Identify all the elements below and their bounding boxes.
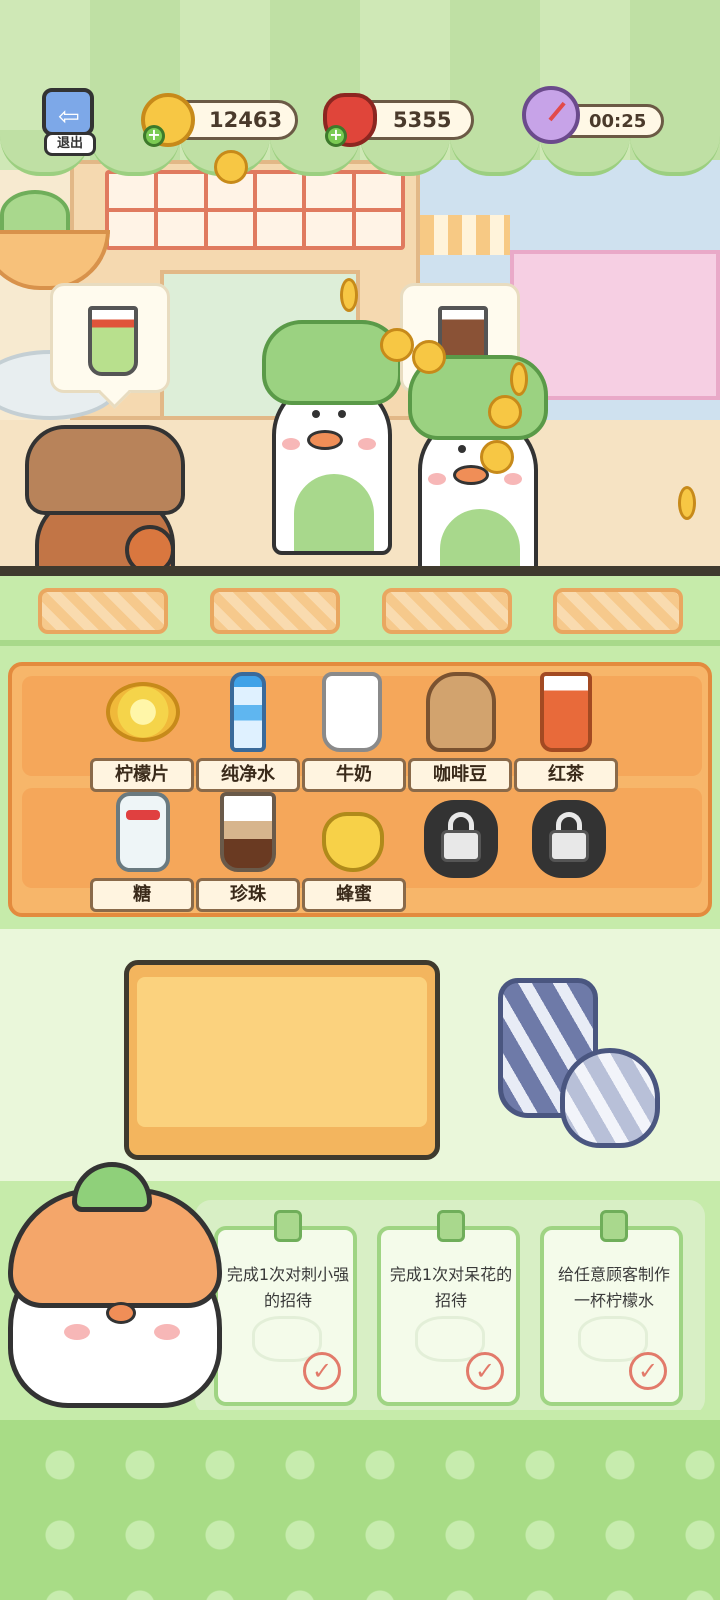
coin-icon [412, 340, 446, 374]
exit-label: 退出 [44, 132, 96, 156]
locked-slot-lock-icon[interactable] [424, 800, 498, 878]
ingredient-label: 咖啡豆 [408, 758, 512, 792]
coin-icon [488, 395, 522, 429]
clip-icon [437, 1210, 465, 1242]
gem-counter: + 5355 [323, 93, 474, 147]
coin-icon [214, 150, 248, 184]
shop-window [105, 170, 405, 250]
add-gem-button[interactable]: + [325, 125, 347, 147]
black-tea-icon [540, 672, 592, 752]
check-icon: ✓ [303, 1352, 341, 1390]
serving-slot-4[interactable] [553, 588, 683, 634]
lemon-tea-cup-icon [88, 306, 138, 376]
order-bubble-lemonade [50, 283, 170, 393]
task-card-3[interactable]: 给任意顾客制作一杯柠檬水 ✓ [540, 1210, 683, 1406]
milk-jug-icon [322, 672, 382, 752]
coin-icon [340, 278, 358, 312]
ingredient-honey[interactable]: 蜂蜜 [302, 792, 406, 912]
bottom-decoration [0, 1420, 720, 1600]
task-card-2[interactable]: 完成1次对呆花的招待 ✓ [377, 1210, 520, 1406]
coin-icon [678, 486, 696, 520]
coin-icon [380, 328, 414, 362]
serving-slot-3[interactable] [382, 588, 512, 634]
gold-counter: + 12463 [141, 93, 298, 147]
coin-icon [510, 362, 528, 396]
ingredient-label: 红茶 [514, 758, 618, 792]
ingredient-lemon-slices[interactable]: 柠檬片 [90, 672, 194, 792]
sugar-jar-icon [116, 792, 170, 872]
ingredient-milk[interactable]: 牛奶 [302, 672, 406, 792]
task-text: 完成1次对刺小强的招待 [226, 1265, 350, 1310]
counter-edge [0, 566, 720, 576]
task-text: 完成1次对呆花的招待 [389, 1265, 513, 1310]
ingredient-label: 牛奶 [302, 758, 406, 792]
serving-slot-2[interactable] [210, 588, 340, 634]
shop-scene [0, 0, 720, 585]
ingredient-sugar[interactable]: 糖 [90, 792, 194, 912]
lemon-slices-icon [106, 682, 180, 742]
coffee-beans-icon [426, 672, 496, 752]
back-arrow-icon: ⇦ [58, 102, 80, 132]
gem-value: 5355 [393, 108, 452, 132]
water-bottle-icon [230, 672, 266, 752]
alarm-clock-icon [522, 86, 580, 144]
timer-value: 00:25 [589, 110, 647, 132]
ingredient-label: 柠檬片 [90, 758, 194, 792]
check-icon: ✓ [629, 1352, 667, 1390]
ingredient-pearls[interactable]: 珍珠 [196, 792, 300, 912]
add-gold-button[interactable]: + [143, 125, 165, 147]
coin-icon [480, 440, 514, 474]
pearls-cup-icon [220, 792, 276, 872]
task-card-1[interactable]: 完成1次对刺小强的招待 ✓ [214, 1210, 357, 1406]
ingredient-label: 纯净水 [196, 758, 300, 792]
customer-raccoon[interactable] [15, 415, 195, 575]
chef-chicken-mascot [2, 1162, 232, 1412]
ingredient-label: 蜂蜜 [302, 878, 406, 912]
customer-broccoli-penguin-1[interactable] [262, 320, 402, 555]
ingredient-water[interactable]: 纯净水 [196, 672, 300, 792]
ingredient-black-tea[interactable]: 红茶 [514, 672, 618, 792]
ingredient-label: 糖 [90, 878, 194, 912]
clip-icon [274, 1210, 302, 1242]
ingredient-label: 珍珠 [196, 878, 300, 912]
cocktail-shaker-icon[interactable] [498, 978, 660, 1158]
gold-value: 12463 [209, 108, 283, 132]
locked-slot-lock-icon[interactable] [532, 800, 606, 878]
honey-pot-icon [322, 812, 384, 872]
customer-broccoli-penguin-2[interactable] [408, 355, 548, 585]
task-text: 给任意顾客制作一杯柠檬水 [557, 1265, 670, 1310]
ingredient-coffee-beans[interactable]: 咖啡豆 [408, 672, 512, 792]
clip-icon [600, 1210, 628, 1242]
prep-tray[interactable] [124, 960, 440, 1160]
exit-button[interactable]: ⇦ 退出 [36, 88, 100, 156]
serving-slot-1[interactable] [38, 588, 168, 634]
check-icon: ✓ [466, 1352, 504, 1390]
